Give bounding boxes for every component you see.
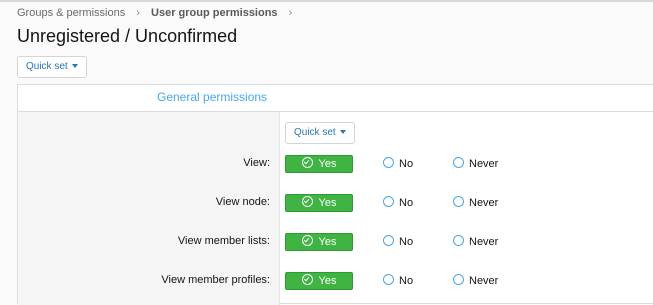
check-circle-icon	[301, 274, 313, 285]
no-option-view[interactable]: No	[383, 157, 413, 170]
check-circle-icon	[301, 157, 313, 168]
check-circle-icon	[301, 235, 313, 246]
never-option-view-member-lists[interactable]: Never	[453, 235, 498, 248]
never-label: Never	[469, 236, 499, 248]
radio-icon	[453, 274, 464, 285]
radio-icon	[453, 196, 464, 207]
caret-down-icon	[339, 130, 346, 134]
radio-icon	[453, 157, 464, 168]
yes-option-view-member-lists[interactable]: Yes	[285, 233, 353, 251]
section-quick-set-label: Quick set	[294, 127, 336, 138]
yes-label: Yes	[318, 236, 337, 248]
no-option-view-member-lists[interactable]: No	[383, 235, 413, 248]
page-title: Unregistered / Unconfirmed	[17, 26, 238, 46]
yes-label: Yes	[318, 158, 337, 170]
no-label: No	[399, 158, 414, 170]
never-label: Never	[469, 197, 499, 209]
yes-label: Yes	[318, 197, 337, 209]
chevron-right-icon: ›	[136, 7, 140, 19]
caret-down-icon	[71, 64, 78, 68]
radio-icon	[453, 235, 464, 246]
never-option-view-member-profiles[interactable]: Never	[453, 274, 498, 287]
yes-option-view-node[interactable]: Yes	[285, 194, 353, 212]
section-heading-general-permissions: General permissions	[157, 90, 268, 104]
no-label: No	[399, 197, 414, 209]
never-option-view-node[interactable]: Never	[453, 196, 498, 209]
radio-icon	[383, 274, 394, 285]
never-option-view[interactable]: Never	[453, 157, 498, 170]
yes-option-view-member-profiles[interactable]: Yes	[285, 272, 353, 290]
no-option-view-node[interactable]: No	[383, 196, 413, 209]
panel-header: General permissions	[18, 85, 653, 112]
never-label: Never	[469, 158, 499, 170]
no-label: No	[399, 275, 414, 287]
breadcrumb-item-user-group-permissions[interactable]: User group permissions	[151, 7, 278, 19]
check-circle-icon	[301, 196, 313, 207]
no-option-view-member-profiles[interactable]: No	[383, 274, 413, 287]
never-label: Never	[469, 275, 499, 287]
chevron-right-icon: ›	[288, 7, 293, 19]
radio-icon	[383, 157, 394, 168]
breadcrumb-item-groups-permissions[interactable]: Groups & permissions	[17, 7, 125, 19]
yes-label: Yes	[318, 275, 337, 287]
top-border	[0, 0, 653, 2]
section-quick-set-button[interactable]: Quick set	[285, 122, 355, 144]
breadcrumb: Groups & permissions › User group permis…	[17, 7, 300, 19]
quick-set-button[interactable]: Quick set	[17, 56, 87, 78]
row-label-view-member-profiles: View member profiles:	[161, 274, 270, 286]
row-label-view-member-lists: View member lists:	[177, 235, 270, 247]
radio-icon	[383, 196, 394, 207]
row-label-view: View:	[243, 157, 270, 169]
radio-icon	[383, 235, 394, 246]
quick-set-label: Quick set	[26, 61, 68, 72]
row-label-view-node: View node:	[215, 196, 270, 208]
no-label: No	[399, 236, 414, 248]
yes-option-view[interactable]: Yes	[285, 155, 353, 173]
